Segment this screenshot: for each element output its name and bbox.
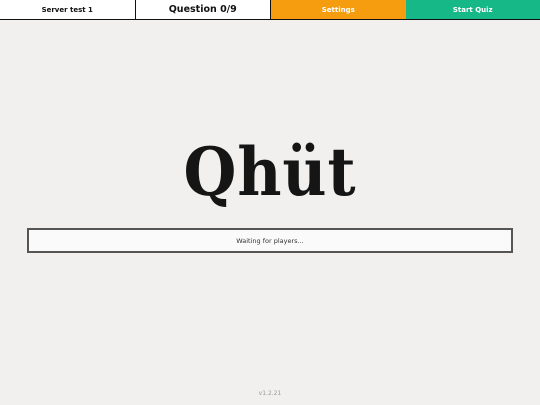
status-text: Waiting for players... bbox=[236, 236, 304, 245]
settings-button[interactable]: Settings bbox=[271, 0, 406, 19]
app-logo: Qhüt bbox=[183, 133, 357, 211]
top-bar: Server test 1 Question 0/9 Settings Star… bbox=[0, 0, 540, 20]
start-quiz-button[interactable]: Start Quiz bbox=[405, 0, 540, 19]
question-counter: Question 0/9 bbox=[135, 0, 271, 19]
app-root: Server test 1 Question 0/9 Settings Star… bbox=[0, 0, 540, 405]
logo-container: Qhüt bbox=[0, 130, 540, 214]
status-box: Waiting for players... bbox=[27, 228, 513, 253]
server-name: Server test 1 bbox=[0, 0, 136, 19]
version-label: v1.2.21 bbox=[258, 390, 282, 397]
